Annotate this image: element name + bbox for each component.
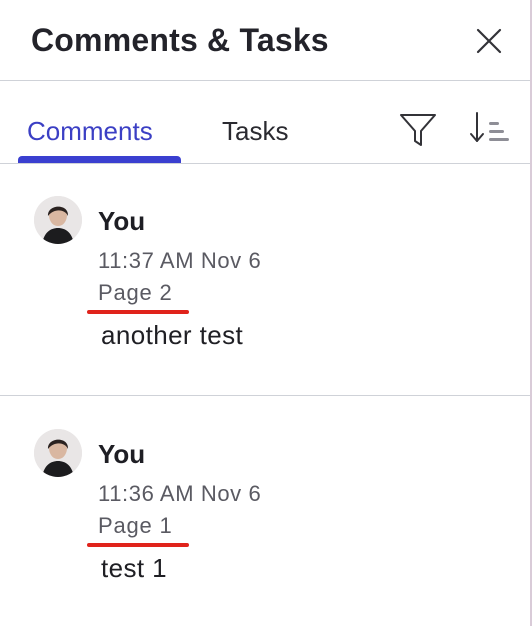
user-avatar-icon	[34, 196, 82, 244]
comment-author: You	[98, 439, 146, 469]
active-tab-indicator	[18, 156, 181, 163]
tab-comments[interactable]: Comments	[27, 116, 153, 147]
comment-text: another test	[101, 320, 244, 350]
comment-author: You	[98, 206, 146, 236]
comment-item[interactable]: You 11:37 AM Nov 6 Page 2 another test	[0, 163, 530, 396]
comment-text: test 1	[101, 553, 167, 583]
sort-icon	[470, 112, 509, 142]
filter-button[interactable]	[398, 110, 438, 150]
avatar	[34, 196, 82, 244]
page-annotation-underline	[87, 543, 189, 547]
panel-title: Comments & Tasks	[31, 22, 329, 58]
close-button[interactable]	[474, 26, 504, 56]
comment-page-link[interactable]: Page 2	[98, 280, 173, 306]
comment-item[interactable]: You 11:36 AM Nov 6 Page 1 test 1	[0, 396, 530, 626]
tab-bar: Comments Tasks	[0, 81, 530, 164]
tab-tasks[interactable]: Tasks	[222, 116, 288, 147]
sort-button[interactable]	[469, 110, 511, 150]
comment-timestamp: 11:37 AM Nov 6	[98, 248, 262, 273]
comment-timestamp: 11:36 AM Nov 6	[98, 481, 262, 506]
comment-page-link[interactable]: Page 1	[98, 513, 173, 539]
panel-header: Comments & Tasks	[0, 0, 530, 81]
user-avatar-icon	[34, 429, 82, 477]
page-annotation-underline	[87, 310, 189, 314]
close-icon	[476, 28, 502, 54]
comments-tasks-panel: Comments & Tasks Comments Tasks You 11:3…	[0, 0, 532, 626]
avatar	[34, 429, 82, 477]
filter-icon	[400, 114, 436, 146]
